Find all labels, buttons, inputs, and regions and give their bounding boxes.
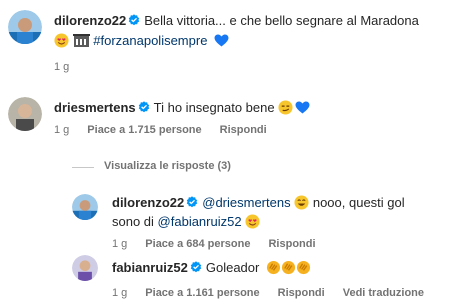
- hashtag-link[interactable]: #forzanapolisempre: [93, 33, 207, 48]
- stadium-emoji-icon: [72, 33, 90, 52]
- username[interactable]: fabianruiz52: [112, 260, 188, 275]
- reply-text: Goleador: [205, 260, 260, 275]
- mention-link[interactable]: @fabianruiz52: [158, 214, 242, 229]
- username[interactable]: driesmertens: [54, 100, 136, 115]
- comment-row: dilorenzo22 Bella vittoria... e che bello…: [54, 13, 419, 29]
- heart-eyes-emoji-icon: [245, 214, 260, 233]
- verified-icon: [186, 196, 198, 208]
- avatar[interactable]: [72, 194, 98, 220]
- reply-button[interactable]: Rispondi: [278, 287, 325, 299]
- comment-text: Ti ho insegnato bene: [153, 100, 275, 115]
- comment-meta: 1 g Piace a 1.715 persone Rispondi: [54, 124, 285, 136]
- view-replies-button[interactable]: Visualizza le risposte (3): [104, 160, 231, 172]
- timestamp: 1 g: [112, 238, 128, 250]
- comment-row-2: #forzanapolisempre: [54, 33, 229, 52]
- divider: [72, 167, 94, 168]
- reply-meta: 1 g Piace a 684 persone Rispondi: [112, 238, 334, 250]
- likes-count[interactable]: Piace a 684 persone: [145, 238, 250, 250]
- clap-icon: [281, 260, 296, 275]
- avatar-dilorenzo22-icon: [8, 10, 42, 44]
- avatar-fabianruiz52-icon: [72, 255, 98, 281]
- clap-icon: [266, 260, 281, 275]
- reply-button[interactable]: Rispondi: [268, 238, 315, 250]
- username[interactable]: dilorenzo22: [54, 13, 126, 28]
- comment-row: driesmertens Ti ho insegnato bene: [54, 100, 310, 119]
- avatar[interactable]: [72, 255, 98, 281]
- timestamp: 1 g: [54, 124, 70, 136]
- username[interactable]: dilorenzo22: [112, 195, 184, 210]
- blue-heart-icon: [295, 101, 310, 114]
- verified-icon: [190, 261, 202, 273]
- blue-heart-icon: [214, 34, 229, 47]
- avatar[interactable]: [8, 10, 42, 44]
- translate-button[interactable]: Vedi traduzione: [343, 287, 424, 299]
- reply-button[interactable]: Rispondi: [220, 124, 267, 136]
- verified-icon: [128, 14, 140, 26]
- reply-meta: 1 g Piace a 1.161 persone Rispondi Vedi tra…: [112, 287, 442, 299]
- avatar-driesmertens-icon: [8, 97, 42, 131]
- verified-icon: [138, 101, 150, 113]
- likes-count[interactable]: Piace a 1.715 persone: [87, 124, 201, 136]
- timestamp: 1 g: [112, 287, 128, 299]
- avatar-dilorenzo22-icon: [72, 194, 98, 220]
- reply-row: fabianruiz52 Goleador: [112, 260, 311, 276]
- avatar[interactable]: [8, 97, 42, 131]
- grin-sweat-emoji-icon: [294, 195, 309, 214]
- comment-text: Bella vittoria... e che bello segnare al…: [144, 13, 419, 28]
- timestamp: 1 g: [54, 61, 70, 73]
- heart-eyes-emoji-icon: [54, 33, 69, 52]
- reply-row-2: sono di @fabianruiz52: [112, 214, 260, 233]
- mention-link[interactable]: @driesmertens: [202, 195, 290, 210]
- clap-icon: [296, 260, 311, 275]
- smirk-emoji-icon: [278, 100, 293, 119]
- likes-count[interactable]: Piace a 1.161 persone: [145, 287, 259, 299]
- reply-text: sono di: [112, 214, 154, 229]
- reply-text: nooo, questi gol: [312, 195, 405, 210]
- comment-meta: 1 g: [54, 61, 87, 73]
- reply-row: dilorenzo22 @driesmertens nooo, questi go…: [112, 195, 405, 214]
